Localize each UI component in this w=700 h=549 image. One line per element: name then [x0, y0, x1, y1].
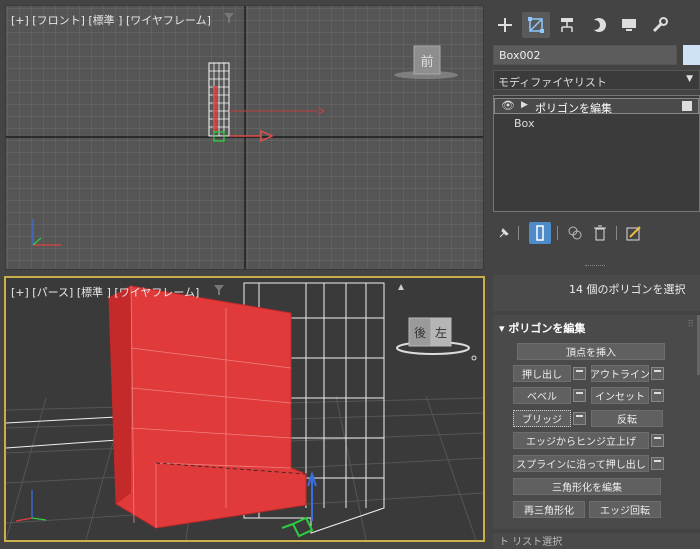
perspective-viewport-canvas[interactable]: 後 左	[6, 278, 483, 540]
panel-resize-grip[interactable]	[585, 265, 605, 268]
stack-item-edit-poly[interactable]: 👁 ▶ ポリゴンを編集	[494, 98, 699, 115]
outline-button[interactable]: アウトライン	[590, 365, 650, 382]
inset-settings-icon[interactable]	[651, 389, 664, 402]
modifier-list-label: モディファイヤリスト	[498, 76, 607, 89]
stack-item-toggle[interactable]	[682, 101, 692, 111]
inset-button[interactable]: インセット	[591, 387, 649, 404]
insert-vertex-button[interactable]: 頂点を挿入	[517, 343, 665, 360]
object-color-swatch[interactable]	[683, 45, 700, 65]
rollout-grip-icon[interactable]: ⠿	[687, 320, 694, 330]
turn-button[interactable]: エッジ回転	[589, 501, 661, 518]
next-rollout-header[interactable]: ト リスト選択	[493, 533, 700, 549]
perspective-selected-polygons	[108, 285, 307, 529]
hinge-from-edge-button[interactable]: エッジからヒンジ立上げ	[513, 432, 649, 449]
extrude-spline-settings-icon[interactable]	[651, 457, 664, 470]
selection-info-panel: 14 個のポリゴンを選択	[493, 275, 700, 311]
front-viewport-canvas[interactable]: 前	[6, 6, 484, 270]
extrude-settings-icon[interactable]	[573, 367, 586, 380]
eye-icon[interactable]: 👁	[501, 99, 515, 112]
extrude-button[interactable]: 押し出し	[513, 365, 571, 382]
retriangulate-button[interactable]: 再三角形化	[513, 501, 585, 518]
front-viewport-label[interactable]: [+] [フロント] [標準 ] [ワイヤフレーム]	[11, 12, 211, 28]
command-panel: Box002 モディファイヤリスト ▼ 👁 ▶ ポリゴンを編集 Box 14 個…	[489, 0, 700, 549]
create-tab-plus-icon[interactable]	[491, 12, 519, 38]
modifier-list-dropdown[interactable]: モディファイヤリスト ▼	[493, 70, 700, 90]
command-panel-tabs	[489, 10, 700, 40]
stack-item-box[interactable]: Box	[514, 117, 534, 130]
display-tab-icon[interactable]	[615, 12, 643, 38]
bevel-button[interactable]: ベベル	[513, 387, 571, 404]
stack-tools	[489, 220, 700, 246]
chevron-down-icon: ▼	[686, 74, 693, 84]
modify-tab-icon[interactable]	[522, 12, 550, 38]
object-name-input[interactable]: Box002	[493, 45, 677, 65]
perspective-viewport-label[interactable]: [+] [パース] [標準 ] [ワイヤフレーム]	[11, 284, 199, 300]
pin-stack-icon[interactable]	[493, 222, 515, 244]
extrude-along-spline-button[interactable]: スプラインに沿って押し出し	[513, 455, 649, 472]
hierarchy-tab-icon[interactable]	[553, 12, 581, 38]
stack-item-label: ポリゴンを編集	[535, 102, 612, 115]
utilities-tab-wrench-icon[interactable]	[646, 12, 674, 38]
trash-icon[interactable]	[589, 222, 611, 244]
show-end-result-icon[interactable]	[529, 222, 551, 244]
configure-sets-icon[interactable]	[623, 222, 645, 244]
edit-triangulation-button[interactable]: 三角形化を編集	[513, 478, 661, 495]
edit-polygons-rollout: ▾ ポリゴンを編集 ⠿ 頂点を挿入 押し出し アウトライン ベベル インセット …	[493, 315, 700, 529]
filter-icon[interactable]	[224, 13, 234, 23]
modifier-stack[interactable]: 👁 ▶ ポリゴンを編集 Box	[493, 95, 700, 212]
bridge-button[interactable]: ブリッジ	[513, 410, 571, 427]
perspective-viewcube-label-left: 左	[435, 325, 447, 340]
bridge-settings-icon[interactable]	[573, 412, 586, 425]
make-unique-icon[interactable]	[564, 222, 586, 244]
front-viewcube-label: 前	[420, 54, 433, 70]
rollout-title-text: ポリゴンを編集	[508, 322, 586, 335]
perspective-viewcube-label-back: 後	[414, 326, 426, 340]
next-rollout-label: ト リスト選択	[499, 537, 563, 548]
hinge-settings-icon[interactable]	[651, 434, 664, 447]
selection-count-text: 14 個のポリゴンを選択	[569, 283, 686, 296]
perspective-viewport[interactable]: 後 左 [+] [パース] [標準 ] [ワイヤフレーム]	[4, 276, 485, 542]
expand-triangle-icon[interactable]: ▶	[521, 100, 528, 110]
maximize-icon[interactable]	[396, 282, 406, 292]
front-viewport[interactable]: 前 [+] [フロント] [標準 ] [ワイヤフレーム]	[5, 5, 484, 270]
flip-button[interactable]: 反転	[591, 410, 663, 427]
motion-tab-icon[interactable]	[584, 12, 612, 38]
filter-icon[interactable]	[214, 285, 224, 295]
outline-settings-icon[interactable]	[651, 367, 664, 380]
bevel-settings-icon[interactable]	[573, 389, 586, 402]
rollout-title[interactable]: ▾ ポリゴンを編集	[499, 320, 585, 336]
